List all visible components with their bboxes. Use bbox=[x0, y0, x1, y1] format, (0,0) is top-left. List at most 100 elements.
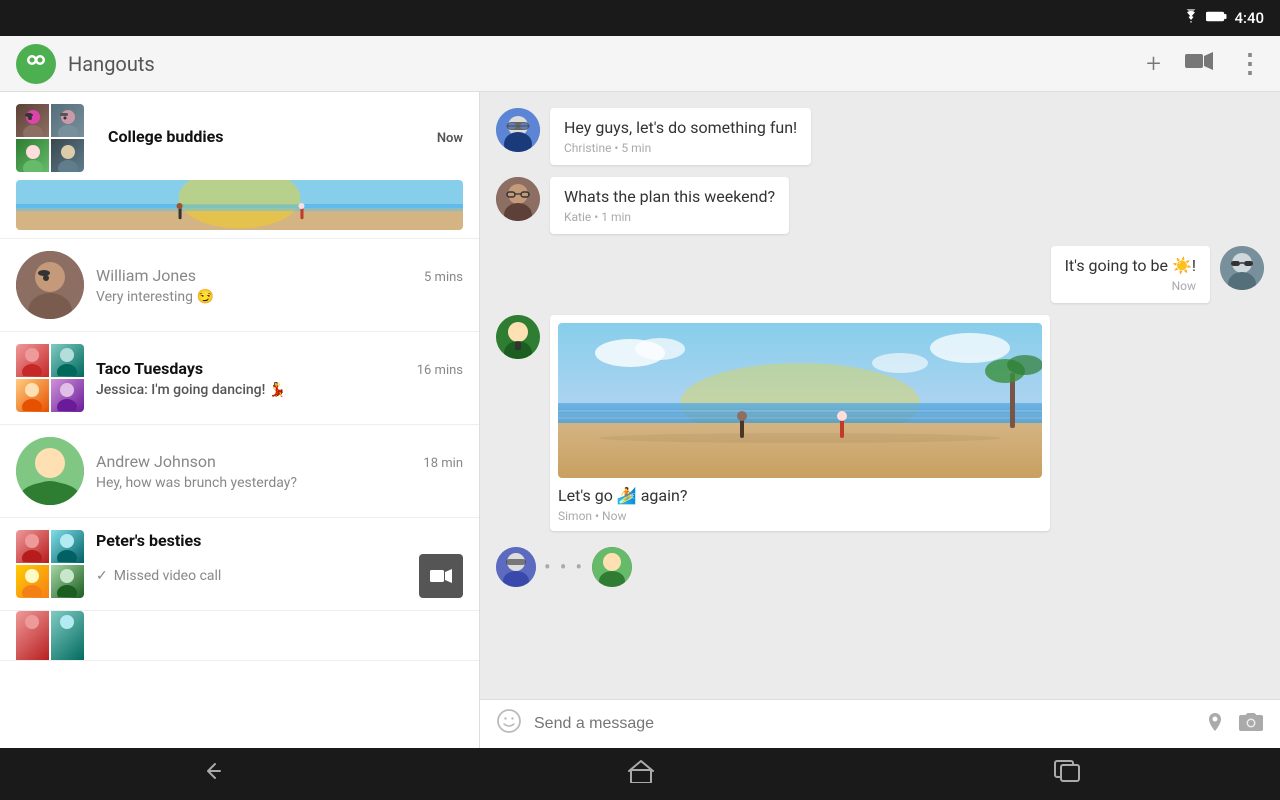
conv-header: Andrew Johnson 18 min bbox=[96, 452, 463, 471]
avatar-cell bbox=[51, 104, 84, 137]
message-avatar-self bbox=[1220, 246, 1264, 290]
conversations-sidebar: College buddies Now bbox=[0, 92, 480, 748]
conv-top-row: College buddies Now bbox=[16, 104, 463, 172]
avatar-cell bbox=[16, 565, 49, 598]
logo-symbol bbox=[22, 47, 50, 81]
message-input-field[interactable] bbox=[534, 715, 1192, 733]
emoji-button[interactable] bbox=[496, 708, 522, 740]
message-avatar bbox=[496, 315, 540, 359]
avatar-cell bbox=[51, 565, 84, 598]
avatar-cell bbox=[16, 611, 49, 661]
message-row: Let's go 🏄 again? Simon • Now bbox=[496, 315, 1264, 531]
message-avatar bbox=[496, 177, 540, 221]
conv-name: William Jones bbox=[96, 266, 196, 285]
more-menu-button[interactable]: ⋮ bbox=[1237, 51, 1264, 77]
conv-time: 18 min bbox=[423, 456, 463, 471]
conv-preview-image bbox=[16, 180, 463, 230]
avatar-cell bbox=[51, 344, 84, 377]
message-row: Whats the plan this weekend? Katie • 1 m… bbox=[496, 177, 1264, 234]
main-layout: College buddies Now bbox=[0, 92, 1280, 748]
bubble-meta: Now bbox=[1065, 279, 1196, 293]
avatar-container bbox=[16, 530, 84, 598]
conversation-item[interactable]: Peter's besties ✓ Missed video call bbox=[0, 518, 479, 611]
conv-time: 16 mins bbox=[417, 363, 463, 378]
typing-dots: • • • bbox=[544, 555, 584, 579]
battery-icon bbox=[1206, 10, 1228, 27]
image-message-container: Let's go 🏄 again? Simon • Now bbox=[550, 315, 1050, 531]
conv-name: Andrew Johnson bbox=[96, 452, 216, 471]
add-button[interactable]: + bbox=[1146, 49, 1161, 79]
conv-content: Peter's besties ✓ Missed video call bbox=[96, 531, 463, 598]
avatar-single bbox=[16, 251, 84, 319]
back-button[interactable] bbox=[200, 759, 228, 789]
typing-row: • • • bbox=[496, 543, 1264, 591]
avatar-cell bbox=[51, 530, 84, 563]
message-image bbox=[558, 323, 1042, 478]
message-input-row bbox=[480, 699, 1280, 748]
avatar-cell bbox=[16, 104, 49, 137]
bubble-text: Let's go 🏄 again? bbox=[558, 486, 1042, 505]
bubble-text: It's going to be ☀️! bbox=[1065, 256, 1196, 275]
avatar-container bbox=[16, 104, 84, 172]
bubble-meta: Katie • 1 min bbox=[564, 210, 775, 224]
conversation-item[interactable]: College buddies Now bbox=[0, 92, 479, 239]
chat-panel: Hey guys, let's do something fun! Christ… bbox=[480, 92, 1280, 748]
app-title: Hangouts bbox=[68, 52, 1146, 76]
avatar-grid bbox=[16, 104, 84, 172]
avatar-grid bbox=[16, 344, 84, 412]
avatar-container bbox=[16, 611, 84, 661]
conv-preview: Hey, how was brunch yesterday? bbox=[96, 475, 463, 491]
conversation-item[interactable]: Taco Tuesdays 16 mins Jessica: I'm going… bbox=[0, 332, 479, 425]
location-button[interactable] bbox=[1204, 711, 1226, 738]
avatar-grid bbox=[16, 530, 84, 598]
status-bar: 4:40 bbox=[0, 0, 1280, 36]
conv-name: College buddies bbox=[108, 127, 223, 146]
status-time: 4:40 bbox=[1234, 9, 1264, 27]
avatar-cell bbox=[51, 611, 84, 661]
avatar-face bbox=[16, 104, 49, 137]
wifi-icon bbox=[1182, 9, 1200, 27]
recent-apps-button[interactable] bbox=[1054, 760, 1080, 788]
conv-header: College buddies Now bbox=[108, 127, 463, 146]
conv-name: Taco Tuesdays bbox=[96, 359, 203, 378]
conv-preview: Very interesting 😏 bbox=[96, 289, 463, 305]
conv-header: Taco Tuesdays 16 mins bbox=[96, 359, 463, 378]
conversation-item[interactable]: Andrew Johnson 18 min Hey, how was brunc… bbox=[0, 425, 479, 518]
message-bubble: Whats the plan this weekend? Katie • 1 m… bbox=[550, 177, 789, 234]
bubble-meta: Simon • Now bbox=[558, 509, 1042, 523]
avatar-cell bbox=[16, 344, 49, 377]
video-call-button[interactable] bbox=[1185, 51, 1213, 77]
avatar-cell bbox=[51, 139, 84, 172]
message-bubble: Hey guys, let's do something fun! Christ… bbox=[550, 108, 811, 165]
conversation-item[interactable]: William Jones 5 mins Very interesting 😏 bbox=[0, 239, 479, 332]
typing-avatar bbox=[592, 547, 632, 587]
conversation-item[interactable] bbox=[0, 611, 479, 661]
avatar-single bbox=[16, 437, 84, 505]
bubble-text: Hey guys, let's do something fun! bbox=[564, 118, 797, 137]
missed-call-text: Missed video call bbox=[114, 568, 222, 584]
avatar-face bbox=[51, 104, 84, 137]
video-call-badge[interactable] bbox=[419, 554, 463, 598]
avatar-grid bbox=[16, 611, 84, 661]
conv-name: Peter's besties bbox=[96, 531, 201, 550]
app-bar-actions: + ⋮ bbox=[1146, 49, 1264, 79]
avatar-container bbox=[16, 251, 84, 319]
avatar-cell bbox=[16, 530, 49, 563]
status-icons: 4:40 bbox=[1182, 9, 1264, 27]
avatar-cell bbox=[16, 379, 49, 412]
message-row-self: It's going to be ☀️! Now bbox=[496, 246, 1264, 303]
avatar-cell bbox=[51, 379, 84, 412]
home-button[interactable] bbox=[628, 759, 654, 789]
conv-time: 5 mins bbox=[424, 270, 463, 285]
chat-messages: Hey guys, let's do something fun! Christ… bbox=[480, 92, 1280, 699]
conv-preview: Jessica: I'm going dancing! 💃 bbox=[96, 382, 463, 398]
conv-content: Taco Tuesdays 16 mins Jessica: I'm going… bbox=[96, 359, 463, 398]
camera-button[interactable] bbox=[1238, 711, 1264, 738]
avatar-cell bbox=[16, 139, 49, 172]
avatar-face bbox=[16, 139, 49, 172]
bubble-meta: Christine • 5 min bbox=[564, 141, 797, 155]
conv-content: William Jones 5 mins Very interesting 😏 bbox=[96, 266, 463, 305]
app-bar: Hangouts + ⋮ bbox=[0, 36, 1280, 92]
message-avatar bbox=[496, 108, 540, 152]
avatar-container bbox=[16, 437, 84, 505]
